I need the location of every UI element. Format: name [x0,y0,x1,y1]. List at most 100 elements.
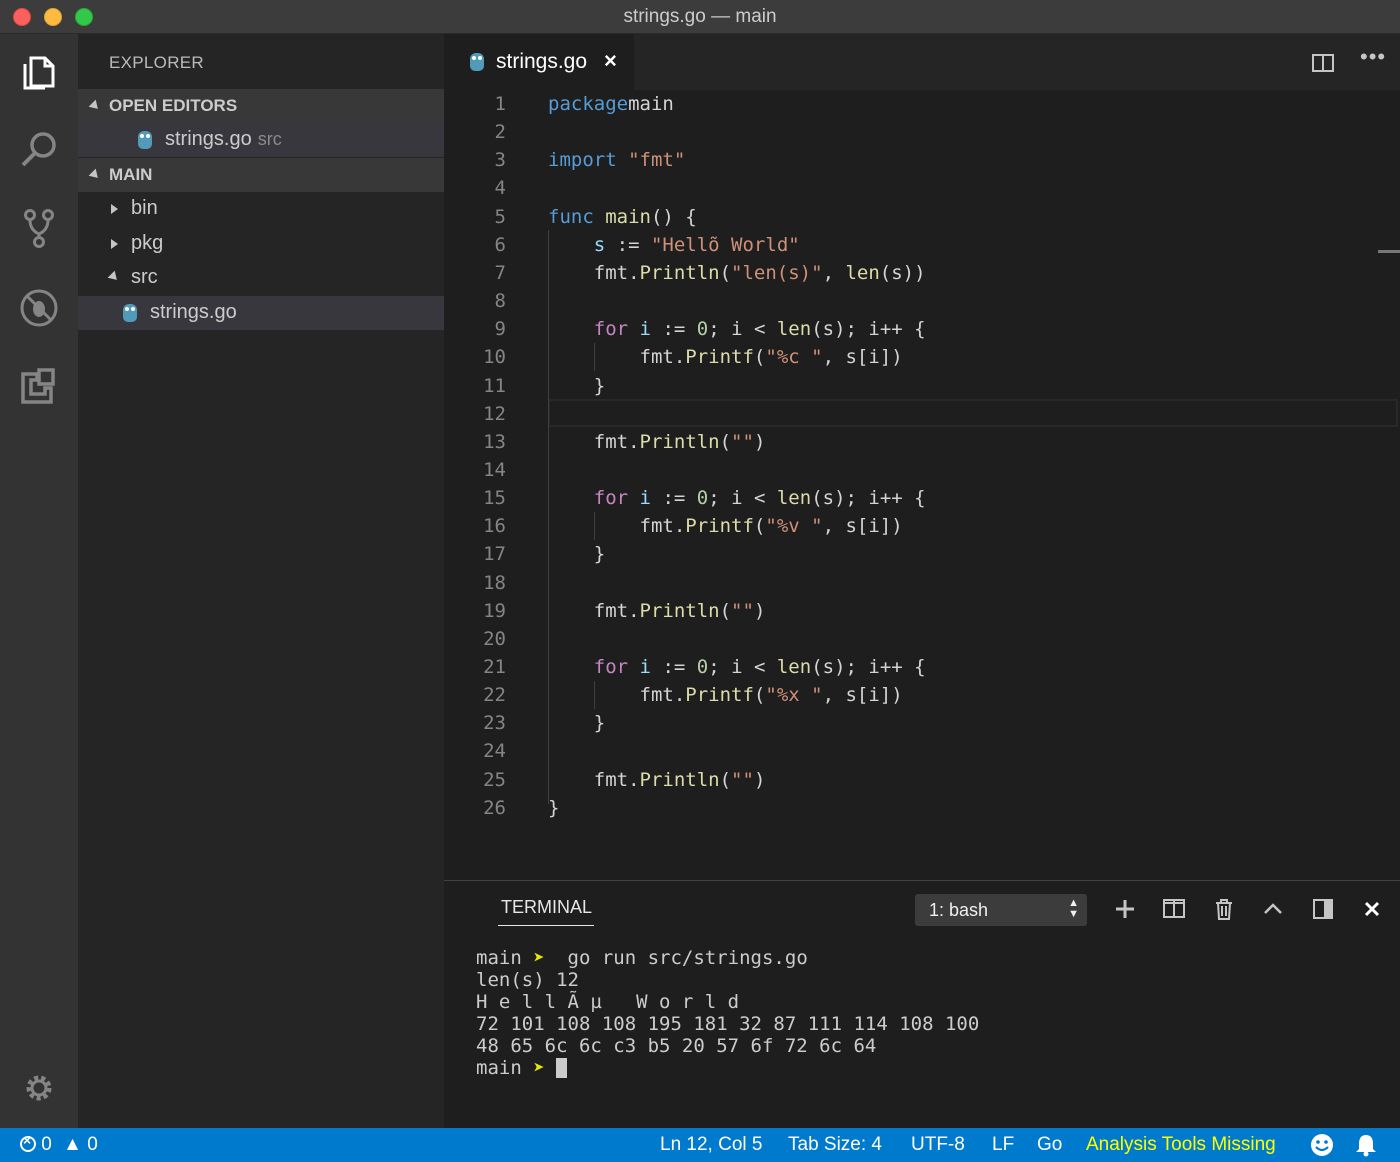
line-number: 14 [483,458,506,481]
files-icon[interactable] [17,50,61,94]
line-number: 13 [483,430,506,453]
line-number: 2 [494,121,506,144]
maximize-panel-icon[interactable] [1311,897,1335,921]
line-number: 24 [483,740,506,763]
go-file-icon [123,304,137,322]
line-number: 10 [483,346,506,369]
terminal-line: 72 101 108 108 195 181 32 87 111 114 108… [476,1013,980,1035]
tab-terminal[interactable]: TERMINAL [501,897,592,918]
code-line: fmt.Printf("%v ", s[i]) [548,515,903,538]
line-ending[interactable]: LF [992,1134,1014,1156]
terminal-output[interactable]: main ➤ go run src/strings.go len(s) 12 H e… [476,947,979,1079]
bell-icon[interactable] [1355,1133,1377,1157]
line-number: 1 [494,93,506,115]
close-icon[interactable] [1360,897,1384,921]
terminal-line: H e l l Ã µ W o r l d [476,991,740,1013]
line-number: 25 [483,768,506,791]
line-number: 20 [483,627,506,650]
select-arrows-icon: ▲ ▼ [1068,897,1079,920]
activity-bar [0,34,78,1128]
terminal-line: main ➤ go run src/strings.go [476,947,808,969]
close-icon[interactable]: × [604,48,617,74]
status-bar: 0 ▲ 0 Ln 12, Col 5 Tab Size: 4 UTF-8 LF … [0,1128,1400,1162]
plus-icon[interactable] [1113,897,1137,921]
terminal-line: main ➤ [476,1057,979,1079]
tab-strings-go[interactable]: strings.go × [444,34,634,90]
title-bar: strings.go — main [0,0,1400,34]
warning-count: 0 [87,1134,98,1155]
code-editor[interactable]: 1 2 3 4 5 6 7 8 9 10 11 12 13 14 15 16 17 18 19 20 21 22 23 24 2… [444,90,1400,880]
code-line: fmt.Println("") [548,599,766,622]
prompt-arrow-icon: ➤ [533,1057,545,1079]
code-line: s := "Hellõ World" [593,233,800,256]
tree-item-pkg[interactable]: pkg [78,227,444,261]
line-number: 18 [483,571,506,594]
error-count: 0 [41,1134,52,1155]
line-number: 21 [483,656,506,678]
active-tab-underline [498,925,594,926]
trash-icon[interactable] [1212,897,1236,921]
debug-icon[interactable] [17,286,61,330]
language-mode[interactable]: Go [1037,1134,1062,1156]
prompt-arrow-icon: ➤ [533,947,545,969]
code-line: } [548,374,606,397]
cursor-position[interactable]: Ln 12, Col 5 [660,1134,762,1156]
open-editor-dir: src [257,129,282,149]
tree-item-bin[interactable]: bin [78,192,444,226]
line-number: 8 [494,290,506,313]
tree-item-src[interactable]: src [78,261,444,295]
chevron-up-icon[interactable] [1261,897,1285,921]
terminal-select-value: 1: bash [929,900,989,920]
code-line: fmt.Printf("%x ", s[i]) [548,684,903,707]
folder-header-main[interactable]: MAIN [78,158,444,192]
code-line: for i := 0; i < len(s); i++ { [593,656,926,678]
line-number: 4 [494,177,506,200]
gear-icon[interactable] [17,1066,61,1110]
line-number: 19 [483,599,506,622]
code-line: fmt.Println("") [548,430,766,453]
tree-item-label: src [131,266,158,288]
code-line: } [548,543,606,566]
tree-item-label: bin [131,197,158,219]
chevron-right-icon [111,204,118,214]
split-editor-icon[interactable] [1312,54,1334,72]
tab-label: strings.go [496,50,588,73]
explorer-title: EXPLORER [109,53,204,72]
code-line: for i := 0; i < len(s); i++ { [593,318,926,341]
open-editor-item[interactable]: strings.go src [78,123,444,157]
code-line: for i := 0; i < len(s); i++ { [593,487,926,510]
terminal-select[interactable]: 1: bash ▲ ▼ [915,894,1087,926]
explorer-sidebar: EXPLORER OPEN EDITORS strings.go src MAIN… [78,34,444,1128]
smiley-icon[interactable] [1310,1133,1334,1157]
chevron-down-icon [107,270,121,284]
line-number: 17 [483,543,506,566]
code-line: fmt.Println("len(s)", len(s)) [548,261,926,284]
code-line: } [548,796,560,819]
code-line: import "fmt" [548,149,686,172]
code-line: packagemain [548,93,674,115]
extensions-icon[interactable] [17,364,61,408]
terminal-line: 48 65 6c 6c c3 b5 20 57 6f 72 6c 64 [476,1035,877,1057]
chevron-down-icon [88,99,102,113]
error-icon [20,1132,36,1152]
line-number: 26 [483,796,506,819]
source-control-icon[interactable] [17,206,61,250]
current-line-highlight [548,399,1398,427]
tree-item-strings-go[interactable]: strings.go [78,296,444,330]
line-number: 5 [494,205,506,228]
search-icon[interactable] [17,128,61,172]
open-editors-header[interactable]: OPEN EDITORS [78,89,444,123]
more-actions-icon[interactable]: ••• [1360,44,1386,70]
problems-indicator[interactable]: 0 ▲ 0 [20,1132,98,1156]
scrollbar-position-marker[interactable] [1378,250,1400,253]
split-terminal-icon[interactable] [1162,897,1186,921]
encoding[interactable]: UTF-8 [911,1134,965,1156]
window-title: strings.go — main [623,6,777,27]
terminal-cursor [556,1058,568,1078]
code-line: func main() { [548,205,697,228]
analysis-tools-warning[interactable]: Analysis Tools Missing [1086,1134,1276,1156]
warning-icon: ▲ [63,1134,82,1155]
folder-label: MAIN [109,165,153,184]
line-number: 11 [483,374,506,397]
tab-size[interactable]: Tab Size: 4 [788,1134,882,1156]
